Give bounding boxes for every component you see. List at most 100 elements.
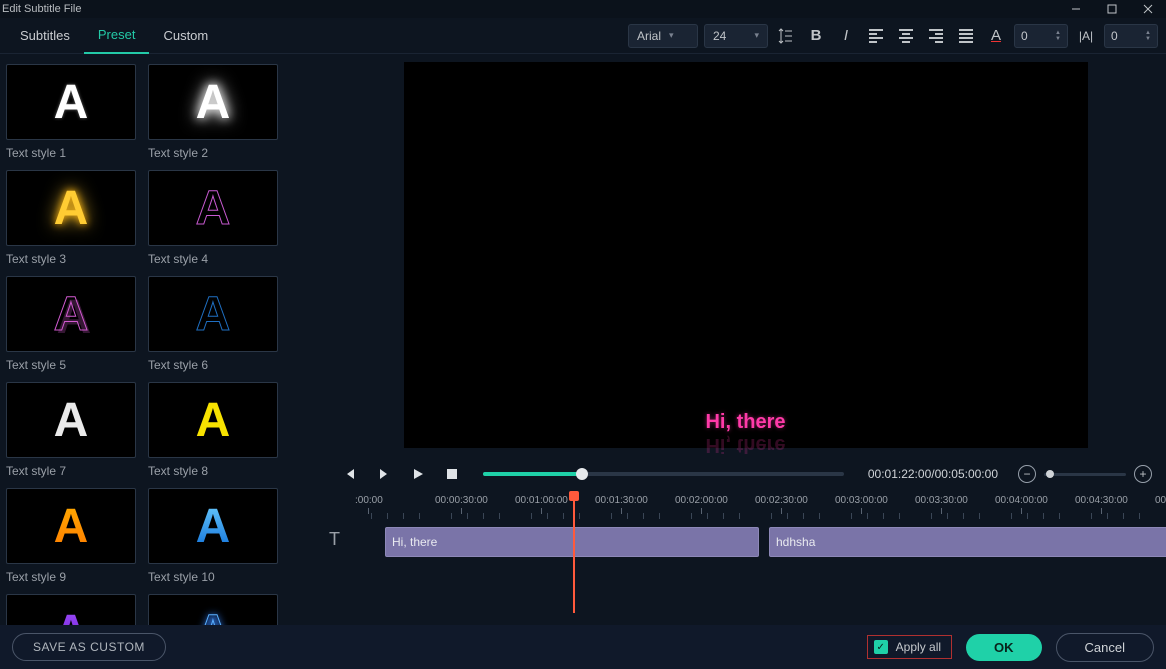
char-spacing-stepper[interactable]: 0 ▲▼ (1014, 24, 1068, 48)
preset-item[interactable]: A (6, 594, 136, 625)
ruler-tick: 00:05:0 (1155, 495, 1166, 514)
text-toolbar: Arial ▾ 24 ▾ B I A 0 ▲▼ |A| 0 ▲▼ (628, 24, 1166, 48)
preset-sidebar[interactable]: AText style 1AText style 2AText style 3A… (0, 54, 325, 625)
zoom-track[interactable] (1044, 473, 1126, 476)
maximize-button[interactable] (1094, 0, 1130, 18)
ruler-tick: 00:04:30:00 (1075, 495, 1128, 514)
align-right-button[interactable] (924, 24, 948, 48)
text-track-icon: T (329, 529, 340, 550)
apply-all-checkbox[interactable]: ✓ Apply all (867, 635, 952, 659)
ruler-tick: 00:03:00:00 (835, 495, 888, 514)
font-size-value: 24 (713, 29, 726, 43)
letter-width-icon[interactable]: |A| (1074, 24, 1098, 48)
ruler-tick: 00:02:00:00 (675, 495, 728, 514)
preset-label: Text style 9 (6, 570, 136, 584)
apply-all-label: Apply all (896, 640, 941, 654)
preset-label: Text style 1 (6, 146, 136, 160)
preset-glyph: A (196, 605, 231, 626)
ruler-tick: 00:01:30:00 (595, 495, 648, 514)
timeline[interactable]: :00:00 00:00:30:00 00:01:00:00 00:01:30:00 0… (325, 495, 1166, 625)
align-center-button[interactable] (894, 24, 918, 48)
preset-item[interactable]: A Text style 3 (6, 170, 136, 266)
preset-label: Text style 5 (6, 358, 136, 372)
preset-glyph: A (54, 499, 89, 554)
subtitle-clip[interactable]: Hi, there (385, 527, 759, 557)
tab-custom[interactable]: Custom (149, 18, 222, 54)
preset-item[interactable]: A Text style 1 (6, 64, 136, 160)
preview-subtitle-reflection: Hi, there (404, 433, 1088, 456)
font-color-button[interactable]: A (984, 24, 1008, 48)
preset-item[interactable]: A Text style 5 (6, 276, 136, 372)
preset-label: Text style 7 (6, 464, 136, 478)
ruler-tick: :00:00 (355, 495, 383, 514)
preset-label: Text style 4 (148, 252, 278, 266)
preset-glyph: A (54, 75, 89, 130)
font-family-value: Arial (637, 29, 661, 43)
preset-label: Text style 10 (148, 570, 278, 584)
play-button[interactable] (407, 463, 429, 485)
save-as-custom-button[interactable]: SAVE AS CUSTOM (12, 633, 166, 661)
preset-item[interactable]: A Text style 9 (6, 488, 136, 584)
ruler-tick: 00:01:00:00 (515, 495, 568, 514)
line-spacing-stepper[interactable]: 0 ▲▼ (1104, 24, 1158, 48)
preset-glyph: A (196, 75, 231, 130)
preview-area: Hi, there Hi, there (325, 54, 1166, 453)
preset-glyph: A (196, 287, 231, 342)
italic-button[interactable]: I (834, 24, 858, 48)
subtitle-clip[interactable]: hdhsha (769, 527, 1166, 557)
bold-button[interactable]: B (804, 24, 828, 48)
timeline-ruler[interactable]: :00:00 00:00:30:00 00:01:00:00 00:01:30:00 0… (355, 495, 1166, 527)
ruler-tick: 00:00:30:00 (435, 495, 488, 514)
next-frame-button[interactable] (373, 463, 395, 485)
font-size-select[interactable]: 24 ▾ (704, 24, 768, 48)
preset-item[interactable]: A Text style 6 (148, 276, 278, 372)
tab-preset[interactable]: Preset (84, 18, 150, 54)
char-spacing-value: 0 (1021, 29, 1028, 43)
preset-glyph: A (54, 287, 89, 342)
tab-subtitles[interactable]: Subtitles (6, 18, 84, 54)
preset-label: Text style 3 (6, 252, 136, 266)
chevron-down-icon: ▾ (669, 30, 674, 41)
timecode: 00:01:22:00/00:05:00:00 (868, 467, 998, 481)
preset-label: Text style 2 (148, 146, 278, 160)
preset-label: Text style 8 (148, 464, 278, 478)
align-justify-button[interactable] (954, 24, 978, 48)
progress-track[interactable] (483, 472, 844, 476)
preset-item[interactable]: A Text style 10 (148, 488, 278, 584)
cancel-button[interactable]: Cancel (1056, 633, 1154, 662)
check-icon: ✓ (874, 640, 888, 654)
preset-glyph: A (54, 605, 89, 626)
stop-button[interactable] (441, 463, 463, 485)
line-spacing-value: 0 (1111, 29, 1118, 43)
preset-glyph: A (54, 181, 89, 236)
zoom-out-button[interactable]: − (1018, 465, 1036, 483)
preset-item[interactable]: A Text style 2 (148, 64, 278, 160)
zoom-knob[interactable] (1046, 470, 1054, 478)
preview-subtitle[interactable]: Hi, there (404, 411, 1088, 434)
line-height-icon[interactable] (774, 24, 798, 48)
preset-label: Text style 6 (148, 358, 278, 372)
transport-bar: 00:01:22:00/00:05:00:00 − + (325, 453, 1166, 495)
ruler-tick: 00:02:30:00 (755, 495, 808, 514)
minimize-button[interactable] (1058, 0, 1094, 18)
preset-item[interactable]: A Text style 8 (148, 382, 278, 478)
close-button[interactable] (1130, 0, 1166, 18)
prev-frame-button[interactable] (339, 463, 361, 485)
playhead[interactable] (573, 493, 575, 613)
ruler-tick: 00:04:00:00 (995, 495, 1048, 514)
preview-canvas[interactable]: Hi, there Hi, there (404, 62, 1088, 448)
preset-item[interactable]: A Text style 7 (6, 382, 136, 478)
preset-glyph: A (54, 393, 89, 448)
ruler-tick: 00:03:30:00 (915, 495, 968, 514)
align-left-button[interactable] (864, 24, 888, 48)
preset-glyph: A (196, 499, 231, 554)
window-title: Edit Subtitle File (0, 3, 81, 15)
preset-item[interactable]: A Text style 4 (148, 170, 278, 266)
ok-button[interactable]: OK (966, 634, 1042, 661)
progress-knob[interactable] (576, 468, 588, 480)
preset-item[interactable]: A (148, 594, 278, 625)
zoom-in-button[interactable]: + (1134, 465, 1152, 483)
preset-glyph: A (196, 181, 231, 236)
preset-glyph: A (196, 393, 231, 448)
font-family-select[interactable]: Arial ▾ (628, 24, 698, 48)
